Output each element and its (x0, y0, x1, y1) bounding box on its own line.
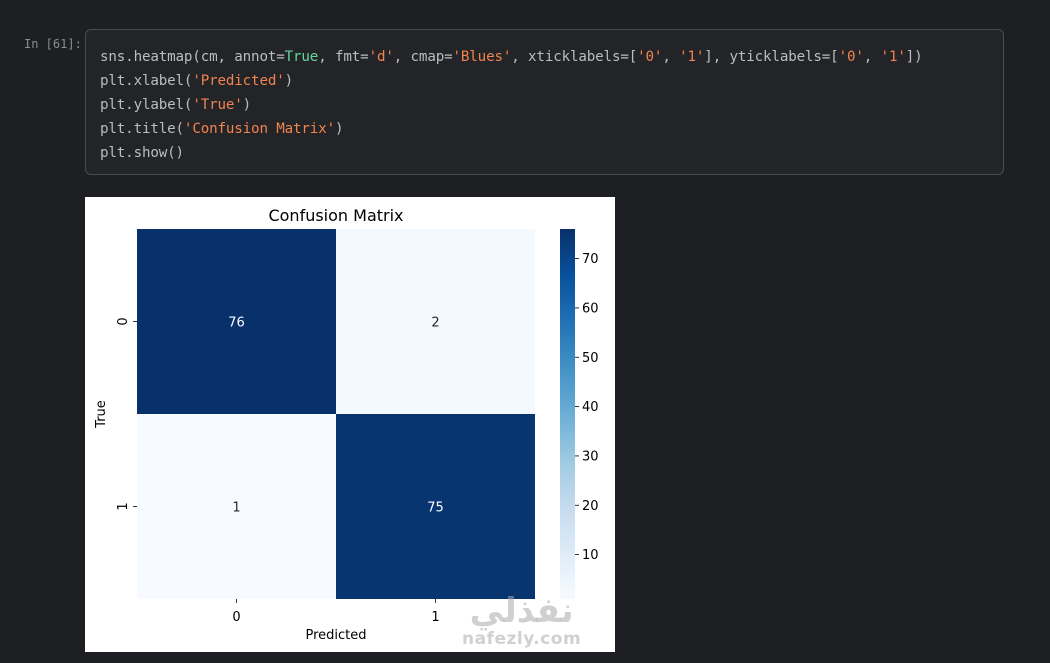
code-token: 'Predicted' (192, 73, 285, 89)
code-token: ) (334, 121, 344, 137)
chart-title: Confusion Matrix (268, 206, 403, 225)
colorbar-tick-label: 60 (582, 301, 599, 316)
colorbar-tick-label: 20 (582, 499, 599, 514)
code-token: sns.heatmap(cm, annot= (100, 49, 285, 65)
code-token: 'Confusion Matrix' (183, 121, 335, 137)
y-axis-label: True (94, 400, 109, 429)
output-area: 76 2 1 75 0 1 0 1 10 20 30 40 50 60 70 Confusion Ma… (85, 197, 615, 652)
code-line: sns.heatmap(cm, annot=True, fmt='d', cma… (100, 45, 923, 69)
x-tick-label: 1 (431, 610, 439, 625)
code-token: 'Blues' (452, 49, 512, 65)
code-token: plt.xlabel( (100, 73, 193, 89)
code-line: plt.xlabel('Predicted') (100, 69, 923, 93)
code-token: , (662, 49, 680, 65)
cell-prompt: In [61]: (24, 37, 82, 51)
code-token: , xticklabels=[ (511, 49, 638, 65)
code-editor[interactable]: sns.heatmap(cm, annot=True, fmt='d', cma… (100, 45, 923, 165)
code-token: plt.title( (100, 121, 184, 137)
code-token: '1' (880, 49, 906, 65)
x-tick-label: 0 (232, 610, 240, 625)
code-token: ) (242, 97, 252, 113)
colorbar-tick-label: 40 (582, 400, 599, 415)
code-token: ) (284, 73, 294, 89)
colorbar-tick-label: 70 (582, 252, 599, 267)
colorbar-tick-label: 10 (582, 548, 599, 563)
code-line: plt.title('Confusion Matrix') (100, 117, 923, 141)
colorbar-tick-label: 50 (582, 351, 599, 366)
code-token: plt.show() (100, 145, 184, 161)
watermark-latin: nafezly.com (462, 629, 582, 649)
code-cell[interactable]: sns.heatmap(cm, annot=True, fmt='d', cma… (85, 29, 1004, 175)
code-token: ]) (905, 49, 923, 65)
colorbar-tick-label: 30 (582, 449, 599, 464)
cell-annotation: 75 (427, 501, 444, 516)
code-token: True (284, 49, 319, 65)
code-token: plt.ylabel( (100, 97, 193, 113)
code-line: plt.show() (100, 141, 923, 165)
code-line: plt.ylabel('True') (100, 93, 923, 117)
code-token: ], yticklabels=[ (704, 49, 839, 65)
code-token: , cmap= (393, 49, 453, 65)
code-token: 'True' (192, 97, 243, 113)
cell-annotation: 1 (232, 501, 240, 516)
colorbar (560, 229, 575, 599)
x-axis-label: Predicted (305, 628, 366, 643)
y-tick-label: 0 (116, 317, 131, 325)
code-token: 'd' (368, 49, 394, 65)
watermark-arabic: نفذلي (469, 591, 574, 631)
y-tick-label: 1 (116, 502, 131, 510)
cell-annotation: 2 (431, 316, 439, 331)
cell-annotation: 76 (228, 316, 245, 331)
code-token: '1' (679, 49, 705, 65)
watermark-logo: نفذلي nafezly.com (462, 592, 581, 648)
code-token: '0' (838, 49, 864, 65)
code-token: , fmt= (318, 49, 369, 65)
code-token: , (863, 49, 881, 65)
code-token: '0' (637, 49, 663, 65)
confusion-matrix-chart: 76 2 1 75 0 1 0 1 10 20 30 40 50 60 70 Confusion Ma… (94, 206, 599, 643)
